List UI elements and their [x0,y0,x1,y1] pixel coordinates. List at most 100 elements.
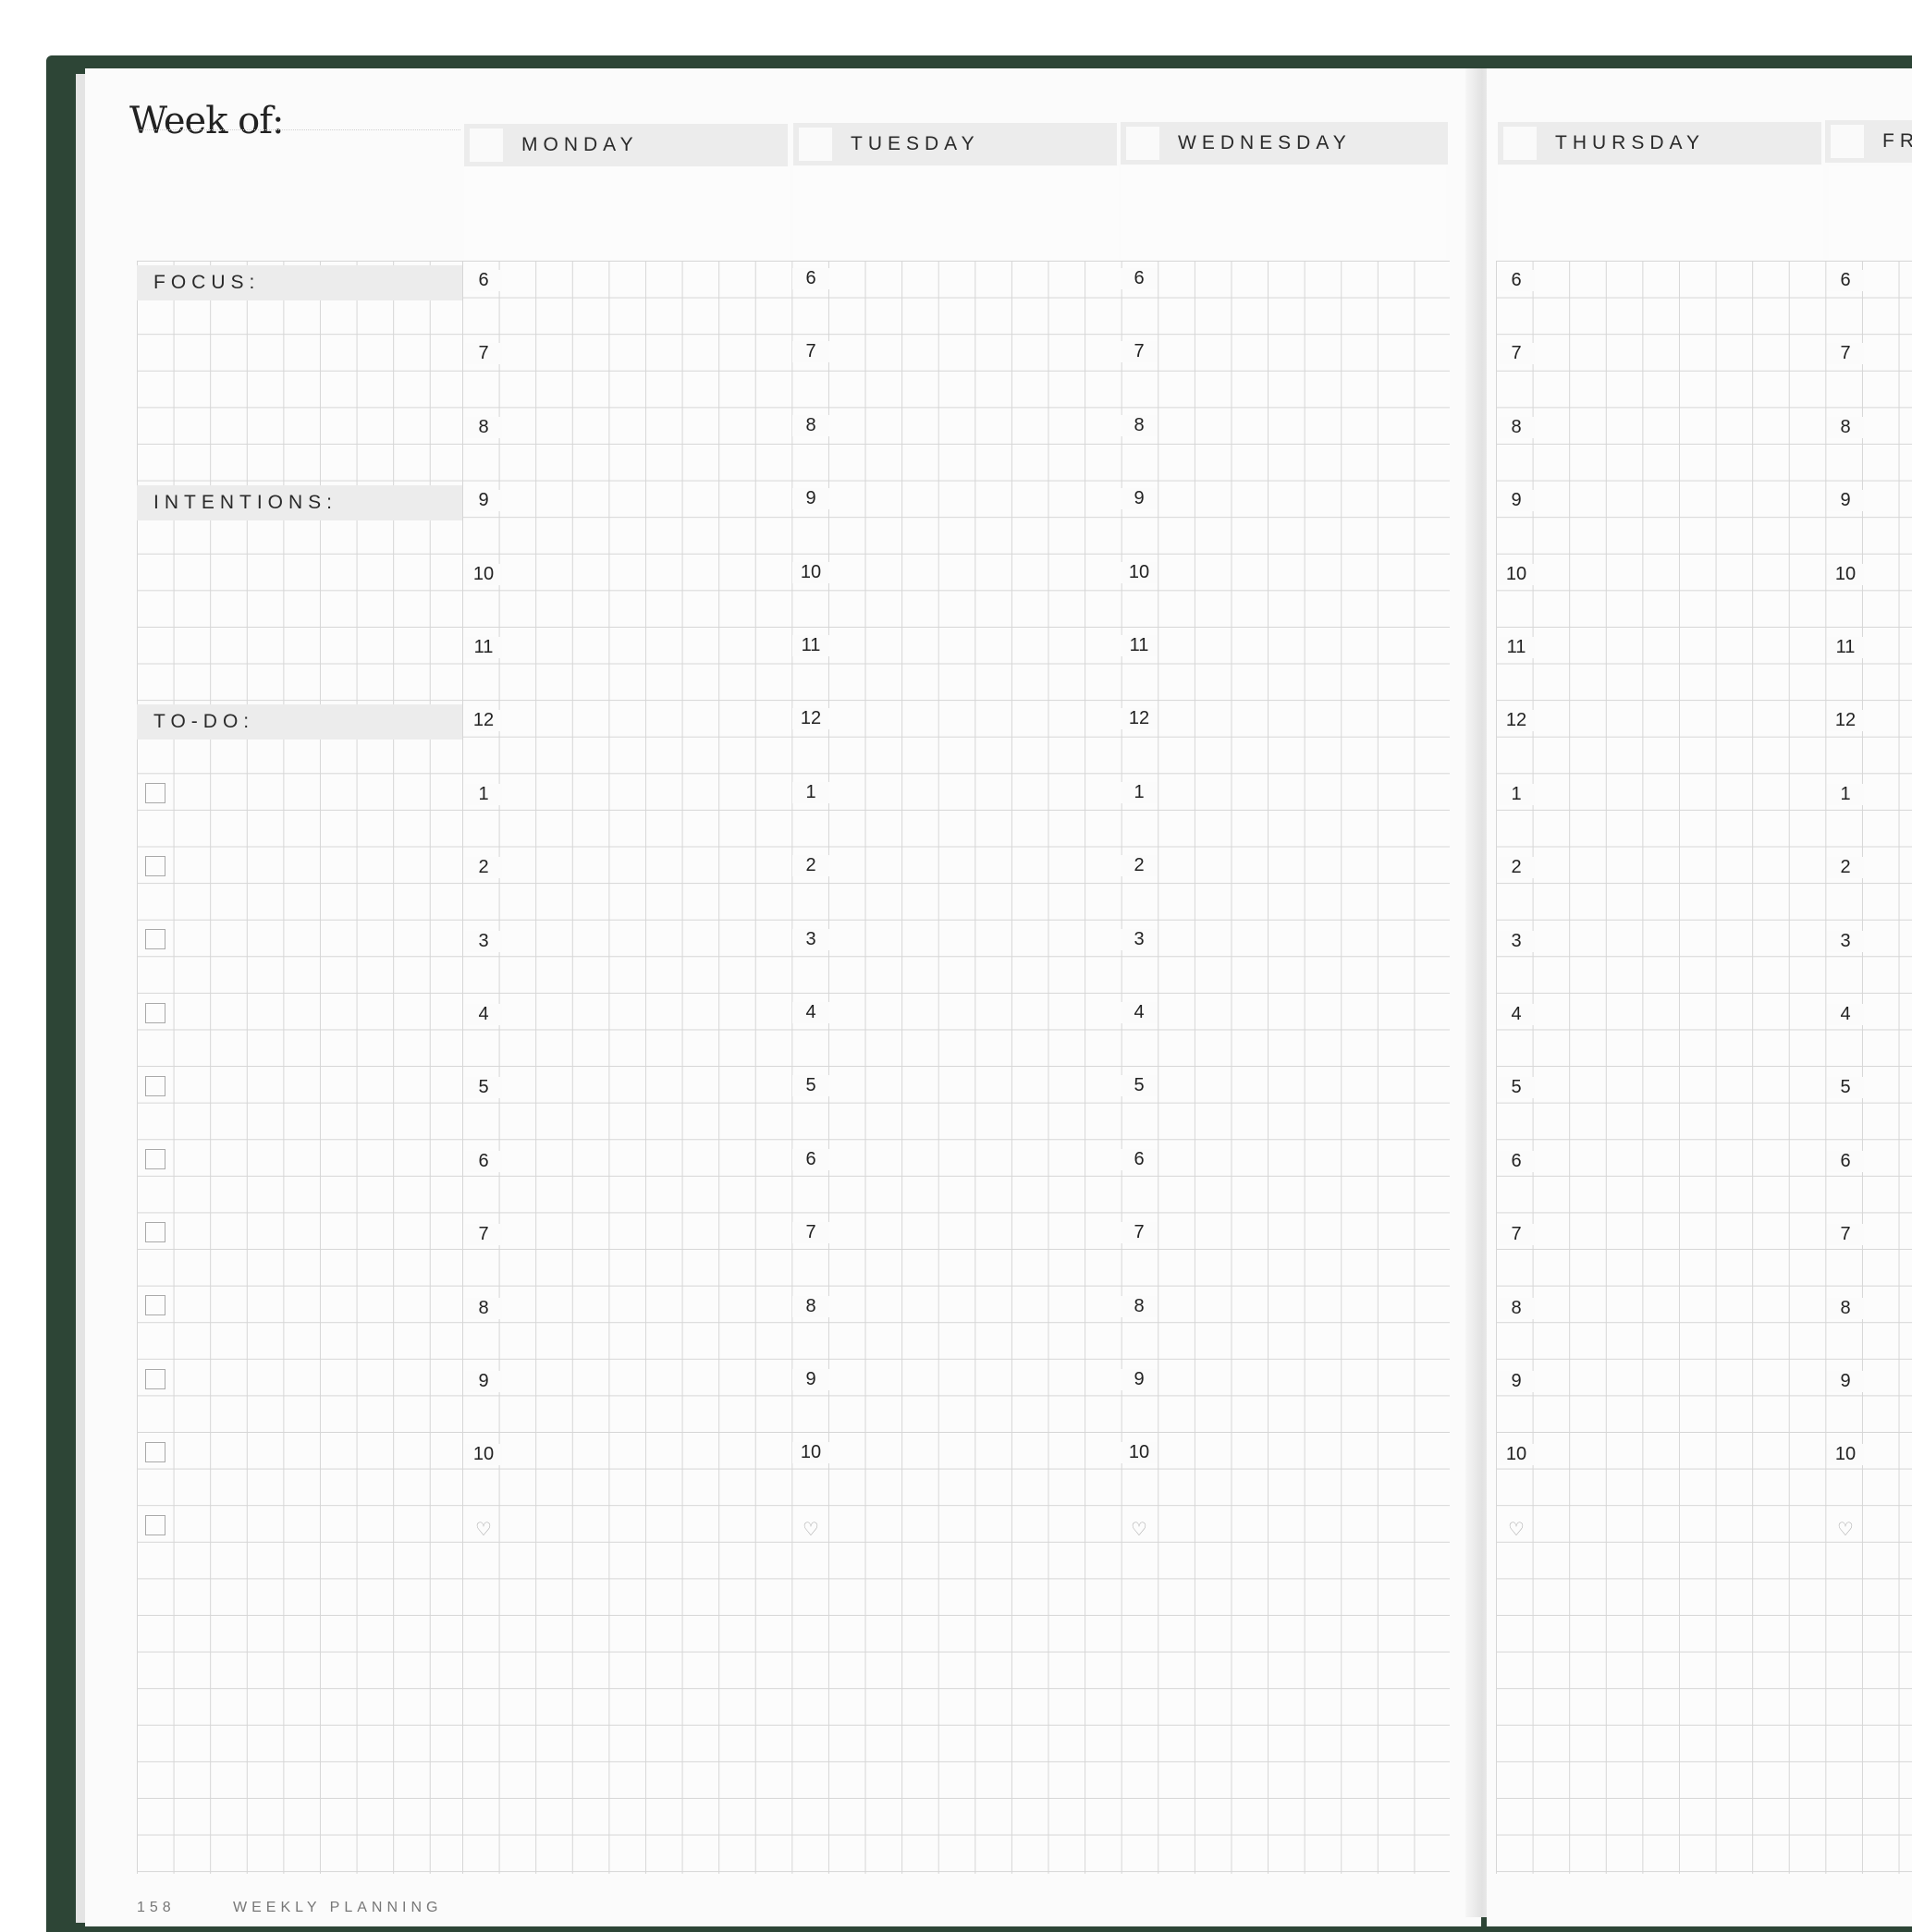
page-number: 158 [137,1900,176,1915]
tuesday-notes[interactable] [793,166,1119,259]
todo-checkbox[interactable] [145,1002,165,1023]
friday-notes[interactable] [1829,166,1912,259]
hour-label-friday: 1 [1827,783,1864,805]
hour-label-tuesday: 10 [792,1442,829,1464]
hour-label-tuesday: 7 [792,341,829,363]
hour-label-thursday: 10 [1498,563,1535,585]
todo-checkbox[interactable] [145,856,165,877]
hour-label-friday: 6 [1827,1150,1864,1172]
todo-label: TO-DO: [137,704,462,740]
todo-checkbox[interactable] [145,1222,165,1243]
hour-label-wednesday: 1 [1121,781,1158,803]
week-of-field[interactable] [137,129,460,260]
hour-label-wednesday: 11 [1121,635,1158,656]
hour-label-friday: 8 [1827,1297,1864,1319]
todo-checkbox[interactable] [145,783,165,803]
todo-checkbox[interactable] [145,929,165,950]
hour-label-monday: 7 [465,343,502,365]
hour-label-monday: 4 [465,1004,502,1025]
hour-label-monday: 5 [465,1077,502,1099]
hour-label-tuesday: 12 [792,708,829,730]
day-header-monday: MONDAY [464,124,788,166]
hour-label-thursday: 9 [1498,1371,1535,1392]
date-box[interactable] [1831,125,1864,158]
hour-label-monday: 6 [465,1150,502,1172]
todo-checkbox[interactable] [145,1515,165,1535]
monday-notes[interactable] [464,166,790,259]
hour-label-wednesday: 8 [1121,414,1158,436]
hour-label-friday: 7 [1827,343,1864,365]
todo-checkbox[interactable] [145,1368,165,1389]
intentions-label: INTENTIONS: [137,485,462,520]
hour-label-wednesday: 9 [1121,1369,1158,1390]
todo-checkbox[interactable] [145,1295,165,1316]
hour-label-wednesday: 6 [1121,268,1158,289]
left-page-grid [462,261,1450,1874]
hour-label-wednesday: 4 [1121,1002,1158,1023]
hour-label-tuesday: 10 [792,561,829,583]
hour-label-tuesday: 5 [792,1075,829,1097]
hour-label-monday: 6 [465,270,502,291]
date-box[interactable] [1503,127,1537,160]
hour-label-monday: 3 [465,930,502,952]
hour-label-monday: 8 [465,416,502,438]
hour-label-monday: 11 [465,637,502,658]
page-edges [76,74,85,1923]
hour-label-wednesday: 7 [1121,341,1158,363]
hour-label-wednesday: 9 [1121,488,1158,510]
hour-label-monday: 9 [465,1371,502,1392]
hour-label-tuesday: 9 [792,488,829,510]
heart-icon: ♡ [475,1519,492,1540]
hour-label-friday: 4 [1827,1004,1864,1025]
hour-label-monday: 10 [465,1444,502,1466]
hour-label-tuesday: 1 [792,781,829,803]
section-title: WEEKLY PLANNING [233,1900,443,1915]
day-header-tuesday: TUESDAY [793,123,1117,165]
hour-label-friday: 7 [1827,1224,1864,1246]
hour-label-wednesday: 2 [1121,855,1158,877]
heart-icon: ♡ [803,1519,819,1540]
hour-label-thursday: 7 [1498,1224,1535,1246]
hour-label-friday: 6 [1827,270,1864,291]
hour-label-tuesday: 6 [792,1148,829,1170]
hour-label-wednesday: 6 [1121,1148,1158,1170]
hour-label-friday: 10 [1827,563,1864,585]
thursday-notes[interactable] [1498,166,1823,259]
hour-label-tuesday: 3 [792,928,829,950]
hour-label-friday: 9 [1827,490,1864,512]
hour-label-friday: 11 [1827,637,1864,658]
hour-label-thursday: 5 [1498,1077,1535,1099]
wednesday-notes[interactable] [1121,166,1446,259]
todo-checkbox[interactable] [145,1075,165,1096]
hour-label-thursday: 11 [1498,637,1535,658]
heart-icon: ♡ [1131,1519,1147,1540]
hour-label-friday: 10 [1827,1444,1864,1466]
hour-label-thursday: 3 [1498,930,1535,952]
hour-label-thursday: 2 [1498,857,1535,879]
hour-label-tuesday: 11 [792,635,829,656]
hour-label-friday: 3 [1827,930,1864,952]
day-header-wednesday: WEDNESDAY [1121,122,1448,165]
hour-label-friday: 8 [1827,416,1864,438]
hour-label-monday: 8 [465,1297,502,1319]
date-box[interactable] [1126,127,1159,160]
hour-label-tuesday: 2 [792,855,829,877]
hour-label-friday: 9 [1827,1371,1864,1392]
date-box[interactable] [470,128,503,162]
hour-label-monday: 10 [465,563,502,585]
todo-checkbox[interactable] [145,1149,165,1169]
date-box[interactable] [799,128,832,161]
heart-icon: ♡ [1508,1519,1525,1540]
todo-checkbox[interactable] [145,1441,165,1462]
hour-label-monday: 2 [465,857,502,879]
hour-label-wednesday: 3 [1121,928,1158,950]
hour-label-wednesday: 10 [1121,561,1158,583]
hour-label-wednesday: 8 [1121,1295,1158,1317]
hour-label-wednesday: 7 [1121,1222,1158,1244]
hour-label-thursday: 8 [1498,1297,1535,1319]
hour-label-tuesday: 4 [792,1002,829,1023]
hour-label-tuesday: 9 [792,1369,829,1390]
hour-label-thursday: 6 [1498,1150,1535,1172]
hour-label-wednesday: 5 [1121,1075,1158,1097]
day-header-friday: FR [1825,120,1912,163]
